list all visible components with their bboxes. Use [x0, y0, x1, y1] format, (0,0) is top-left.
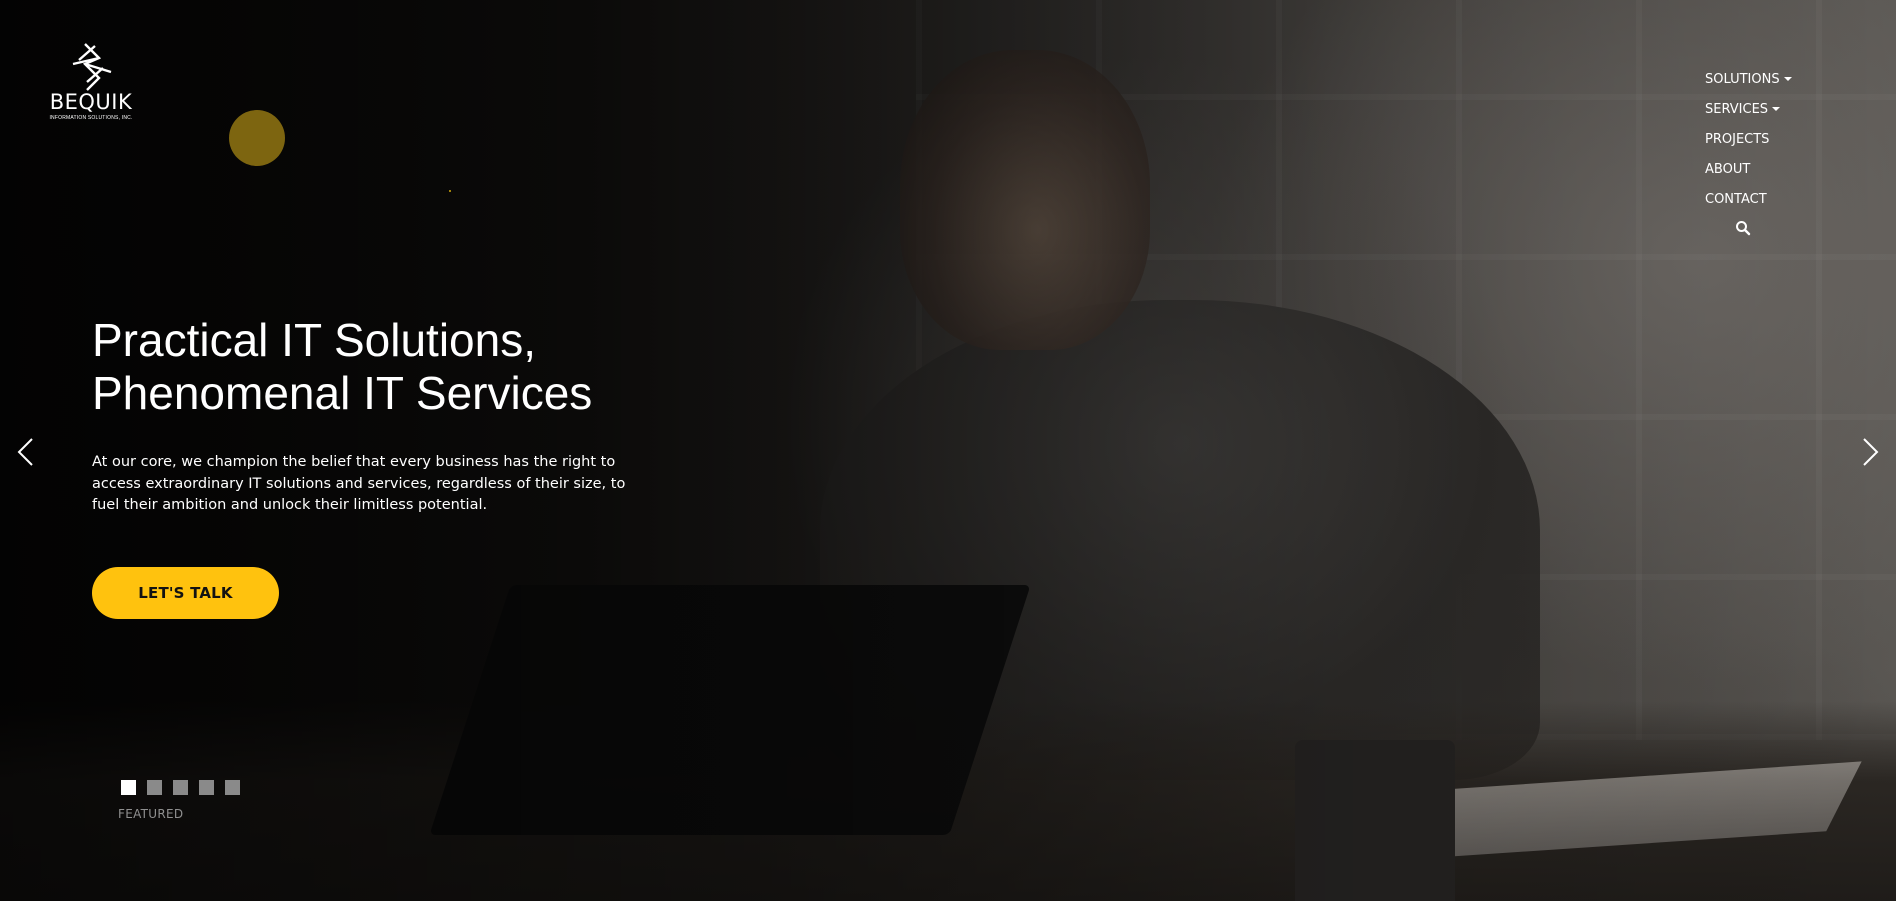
hero-title-line-2: Phenomenal IT Services: [92, 367, 593, 419]
hero-title: Practical IT Solutions, Phenomenal IT Se…: [92, 314, 732, 420]
logo-mark-icon: [72, 43, 112, 91]
caret-down-icon: [1772, 107, 1781, 111]
hero-subtitle: At our core, we champion the belief that…: [92, 454, 626, 513]
logo-name: BEQUIK: [49, 90, 133, 114]
nav-item-services[interactable]: SERVICES: [1705, 94, 1792, 124]
slider-dot-1[interactable]: [121, 780, 136, 795]
slider-dot-2[interactable]: [147, 780, 162, 795]
slider-dot-5[interactable]: [225, 780, 240, 795]
slider-dot-4[interactable]: [199, 780, 214, 795]
slider-dot-3[interactable]: [173, 780, 188, 795]
nav-label: SOLUTIONS: [1705, 71, 1780, 87]
nav-item-contact[interactable]: CONTACT: [1705, 184, 1792, 214]
chevron-left-icon[interactable]: [14, 436, 38, 468]
hero-title-line-1: Practical IT Solutions,: [92, 314, 537, 366]
search-icon[interactable]: [1735, 220, 1751, 236]
chevron-right-icon[interactable]: [1858, 436, 1882, 468]
nav-item-projects[interactable]: PROJECTS: [1705, 124, 1792, 154]
site-logo[interactable]: BEQUIK INFORMATION SOLUTIONS, INC.: [44, 42, 138, 124]
nav-item-about[interactable]: ABOUT: [1705, 154, 1792, 184]
logo-tagline: INFORMATION SOLUTIONS, INC.: [49, 115, 133, 121]
slider-pagination: [121, 780, 240, 795]
nav-label: ABOUT: [1705, 161, 1751, 177]
slide-caption: FEATURED: [118, 807, 184, 821]
decorative-tiny-dot: [449, 190, 451, 192]
caret-down-icon: [1783, 77, 1792, 81]
nav-label: SERVICES: [1705, 101, 1769, 117]
lets-talk-button[interactable]: LET'S TALK: [92, 567, 279, 619]
nav-label: CONTACT: [1705, 191, 1767, 207]
nav-item-solutions[interactable]: SOLUTIONS: [1705, 64, 1792, 94]
decorative-yellow-circle: [229, 110, 285, 166]
main-nav: SOLUTIONS SERVICES PROJECTS ABOUT CONTAC…: [1705, 64, 1792, 236]
nav-label: PROJECTS: [1705, 131, 1770, 147]
